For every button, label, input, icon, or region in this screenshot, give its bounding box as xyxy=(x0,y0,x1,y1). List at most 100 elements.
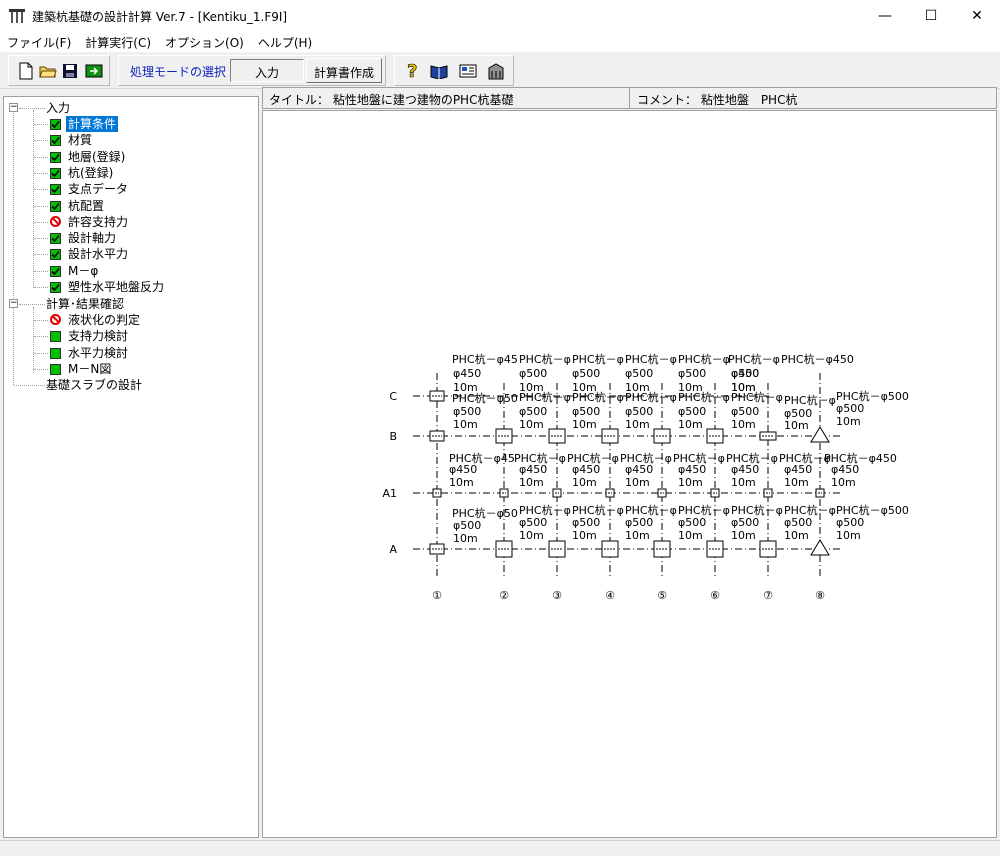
menu-options[interactable]: オプション(O) xyxy=(158,31,251,52)
tree-item[interactable]: 地層(登録) xyxy=(8,149,248,165)
checked-box-icon xyxy=(50,184,61,196)
checked-box-icon xyxy=(50,249,61,261)
building-icon[interactable] xyxy=(485,60,507,82)
save-icon[interactable] xyxy=(59,60,81,82)
tree-item-label: M－φ xyxy=(68,263,99,278)
tree-line xyxy=(34,287,48,288)
tree-item[interactable]: 支点データ xyxy=(8,181,248,197)
pile-diameter-label: φ450 xyxy=(625,463,653,476)
column-label: ④ xyxy=(605,589,615,602)
row-label: A1 xyxy=(382,487,397,500)
tree-item[interactable]: 杭(登録) xyxy=(8,165,248,181)
pile-diameter-label: φ500 xyxy=(625,367,653,380)
pile-diameter-label: φ450 xyxy=(519,463,547,476)
project-comment: コメント： 粘性地盤 PHC杭 xyxy=(637,93,798,107)
menu-calculate[interactable]: 計算実行(C) xyxy=(78,31,158,52)
export-icon[interactable] xyxy=(83,60,105,82)
column-label: ⑥ xyxy=(710,589,720,602)
collapse-icon[interactable]: − xyxy=(9,103,18,112)
new-file-icon[interactable] xyxy=(15,60,37,82)
tree-item[interactable]: 杭配置 xyxy=(8,198,248,214)
pile-length-label: 10m xyxy=(731,529,756,542)
open-folder-icon[interactable] xyxy=(37,60,59,82)
tree-item-label: M－N図 xyxy=(68,361,112,376)
tree-line xyxy=(34,368,48,370)
tree-item-label: 計算条件 xyxy=(66,116,119,132)
tree-node-input[interactable]: − 入力 xyxy=(8,100,248,116)
pile-length-label: 10m xyxy=(784,419,809,432)
pile-diameter-label: φ500 xyxy=(836,402,864,415)
tree-item-label: 地層(登録) xyxy=(68,149,126,164)
tree-line xyxy=(14,385,45,386)
tree-item-label: 支持力検討 xyxy=(68,329,129,344)
pile-diameter-label: φ500 xyxy=(453,405,481,418)
pile-diameter-label: φ500 xyxy=(678,516,706,529)
pile-spec-label: PHC杭－φ500 xyxy=(836,389,909,403)
row-label: B xyxy=(389,430,397,443)
tree-item-label: 許容支持力 xyxy=(68,214,129,229)
help-icon[interactable]: ? xyxy=(401,60,423,82)
pile-diameter-label: φ450 xyxy=(449,463,477,476)
tree-item[interactable]: 支持力検討 xyxy=(8,328,248,344)
pile-spec-label: PHC杭－φ xyxy=(784,393,836,407)
pile-plan-canvas[interactable]: C B A1 A ① ② ③ ④ ⑤ ⑥ ⑦ ⑧ PHC杭－φ45 PHC杭－φ PHC杭－φ PHC杭－φ P… xyxy=(262,110,997,838)
checked-box-icon xyxy=(50,200,61,212)
tree-item[interactable]: 液状化の判定 xyxy=(8,312,248,328)
pile-plan-drawing: CBA1A① ② ③ ④ ⑤ ⑥ ⑦ ⑧PHC杭－φ45 PHC杭－φ PHC杭－φ PHC杭－φ P… xyxy=(382,352,909,602)
tree-node-slab[interactable]: 基礎スラブの設計 xyxy=(8,377,248,393)
row-label: A xyxy=(389,543,397,556)
pile-diameter-label: φ500 xyxy=(572,405,600,418)
tree-item-label: 設計水平力 xyxy=(68,247,129,262)
pile-length-label: 10m xyxy=(836,415,861,428)
card-icon[interactable] xyxy=(457,60,479,82)
minimize-button[interactable]: — xyxy=(862,0,908,31)
pile-length-label: 10m xyxy=(731,476,756,489)
pile-diameter-label: φ450 xyxy=(453,367,481,380)
pile-length-label: 10m xyxy=(784,529,809,542)
pile-spec-label: PHC杭－φ450 xyxy=(781,352,854,366)
pile-spec-label: PHC杭－φ xyxy=(678,503,730,517)
tree-item[interactable]: 材質 xyxy=(8,132,248,148)
pile-spec-label: PHC杭－φ xyxy=(625,503,677,517)
tree-item-label: 設計軸力 xyxy=(68,231,117,246)
tree-item[interactable]: M－φ xyxy=(8,263,248,279)
tree-item[interactable]: M－N図 xyxy=(8,361,248,377)
tree-label-input: 入力 xyxy=(46,101,71,115)
tree-item[interactable]: 水平力検討 xyxy=(8,345,248,361)
pile-diameter-label: φ500 xyxy=(519,405,547,418)
pile-diameter-label: φ500 xyxy=(519,367,547,380)
mode-value-display[interactable]: 入力 xyxy=(230,59,304,82)
menu-file[interactable]: ファイル(F) xyxy=(0,31,78,52)
pile-length-label: 10m xyxy=(572,418,597,431)
tree-line xyxy=(34,238,48,240)
pile-length-label: 10m xyxy=(519,418,544,431)
pile-spec-label: PHC杭－φ xyxy=(625,352,677,366)
checked-box-icon xyxy=(50,233,61,245)
close-button[interactable]: ✕ xyxy=(954,0,1000,31)
pile-spec-label: PHC杭－φ xyxy=(678,352,730,366)
tree-line xyxy=(19,304,45,305)
book-icon[interactable] xyxy=(428,60,450,82)
pile-diameter-label: φ500 xyxy=(836,516,864,529)
tree-item[interactable]: 許容支持力 xyxy=(8,214,248,230)
tree-item[interactable]: 塑性水平地盤反力 xyxy=(8,279,248,295)
maximize-button[interactable]: ☐ xyxy=(908,0,954,31)
pile-diameter-label: φ500 xyxy=(731,405,759,418)
menu-help[interactable]: ヘルプ(H) xyxy=(251,31,319,52)
tree-line xyxy=(34,254,48,256)
tree-item-label: 支点データ xyxy=(68,182,129,197)
title-bar[interactable]: 建築杭基礎の設計計算 Ver.7 - [Kentiku_1.F9I] — ☐ ✕ xyxy=(0,0,1000,31)
tree-item[interactable]: 計算条件 xyxy=(8,116,248,132)
tree-item[interactable]: 設計軸力 xyxy=(8,230,248,246)
tree-node-calc[interactable]: − 計算･結果確認 xyxy=(8,296,248,312)
column-label: ① xyxy=(432,589,442,602)
create-report-button[interactable]: 計算書作成 xyxy=(306,58,382,83)
pile-diameter-label: φ500 xyxy=(453,519,481,532)
project-title: タイトル： 粘性地盤に建つ建物のPHC杭基礎 xyxy=(269,93,514,107)
tree-item[interactable]: 設計水平力 xyxy=(8,246,248,262)
pile-diameter-label: φ500 xyxy=(572,367,600,380)
collapse-icon[interactable]: − xyxy=(9,299,18,308)
mode-select-label: 処理モードの選択 xyxy=(130,65,227,79)
pile-diameter-label: φ500 xyxy=(519,516,547,529)
column-label: ③ xyxy=(552,589,562,602)
